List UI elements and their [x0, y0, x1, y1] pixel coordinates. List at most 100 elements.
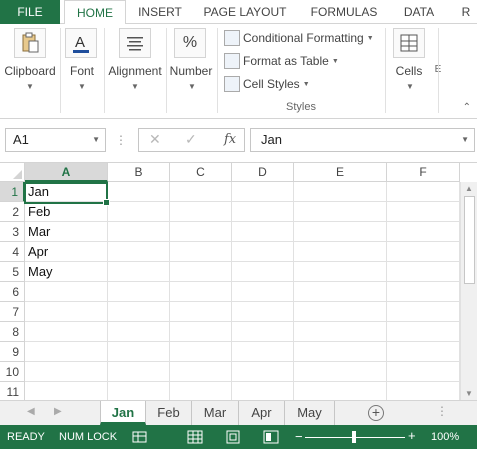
cell-d7[interactable] [232, 302, 294, 322]
cell-a10[interactable] [25, 362, 108, 382]
cell-a6[interactable] [25, 282, 108, 302]
tab-formulas[interactable]: FORMULAS [304, 0, 384, 24]
cell-d5[interactable] [232, 262, 294, 282]
page-layout-view-icon[interactable] [224, 429, 242, 445]
tab-home[interactable]: HOME [64, 0, 126, 25]
cell-c1[interactable] [170, 182, 232, 202]
cell-f7[interactable] [387, 302, 460, 322]
worksheet-grid[interactable]: ABCDEF 1 2 3 4 5 6 7 8 9 10 11 Jan Feb Mar Apr May ▲ ▼ [0, 163, 477, 400]
cell-f3[interactable] [387, 222, 460, 242]
select-all-button[interactable] [0, 163, 25, 182]
cell-f6[interactable] [387, 282, 460, 302]
cell-a7[interactable] [25, 302, 108, 322]
cell-c4[interactable] [170, 242, 232, 262]
tab-overflow[interactable]: R [458, 0, 474, 24]
zoom-level[interactable]: 100% [431, 431, 459, 443]
cell-c10[interactable] [170, 362, 232, 382]
vertical-scrollbar[interactable]: ▲ ▼ [460, 182, 477, 400]
cell-b8[interactable] [108, 322, 170, 342]
cell-c8[interactable] [170, 322, 232, 342]
cell-e8[interactable] [294, 322, 387, 342]
cell-a1[interactable]: Jan [25, 182, 108, 202]
name-box[interactable]: A1 ▼ [5, 128, 106, 152]
cell-d4[interactable] [232, 242, 294, 262]
sheet-tab-apr[interactable]: Apr [239, 401, 285, 425]
cell-d1[interactable] [232, 182, 294, 202]
cell-d10[interactable] [232, 362, 294, 382]
row-header-8[interactable]: 8 [0, 322, 25, 342]
cell-b9[interactable] [108, 342, 170, 362]
cell-d6[interactable] [232, 282, 294, 302]
cell-d8[interactable] [232, 322, 294, 342]
cell-b6[interactable] [108, 282, 170, 302]
cell-d3[interactable] [232, 222, 294, 242]
cell-e2[interactable] [294, 202, 387, 222]
format-as-table-button[interactable]: Format as Table ▼ [224, 51, 339, 71]
cell-c7[interactable] [170, 302, 232, 322]
tab-file[interactable]: FILE [0, 0, 60, 24]
row-header-11[interactable]: 11 [0, 382, 25, 400]
cancel-icon[interactable]: ✕ [149, 131, 161, 148]
cell-d9[interactable] [232, 342, 294, 362]
macro-record-icon[interactable] [131, 429, 149, 445]
cell-a11[interactable] [25, 382, 108, 400]
cell-a8[interactable] [25, 322, 108, 342]
zoom-slider-thumb[interactable] [352, 431, 356, 443]
column-header-b[interactable]: B [108, 163, 170, 182]
row-header-10[interactable]: 10 [0, 362, 25, 382]
cell-a3[interactable]: Mar [25, 222, 108, 242]
cell-e3[interactable] [294, 222, 387, 242]
row-header-4[interactable]: 4 [0, 242, 25, 262]
cell-b10[interactable] [108, 362, 170, 382]
cell-e4[interactable] [294, 242, 387, 262]
tab-page-layout[interactable]: PAGE LAYOUT [198, 0, 292, 24]
row-header-9[interactable]: 9 [0, 342, 25, 362]
cell-f5[interactable] [387, 262, 460, 282]
cell-b5[interactable] [108, 262, 170, 282]
cell-c3[interactable] [170, 222, 232, 242]
cell-b11[interactable] [108, 382, 170, 400]
scroll-down-icon[interactable]: ▼ [465, 389, 473, 398]
conditional-formatting-button[interactable]: Conditional Formatting ▼ [224, 28, 374, 48]
scrollbar-thumb[interactable] [464, 196, 475, 284]
cell-f8[interactable] [387, 322, 460, 342]
sheet-tab-feb[interactable]: Feb [146, 401, 192, 425]
cell-c6[interactable] [170, 282, 232, 302]
cell-b3[interactable] [108, 222, 170, 242]
more-options-icon[interactable]: ⋮ [436, 404, 448, 418]
cells-group[interactable]: Cells ▼ [386, 24, 432, 119]
alignment-group[interactable]: Alignment ▼ [105, 24, 165, 119]
cell-e11[interactable] [294, 382, 387, 400]
cell-e7[interactable] [294, 302, 387, 322]
zoom-out-icon[interactable]: − [295, 429, 303, 444]
cell-b4[interactable] [108, 242, 170, 262]
cell-styles-button[interactable]: Cell Styles ▼ [224, 74, 310, 94]
row-header-5[interactable]: 5 [0, 262, 25, 282]
cell-d11[interactable] [232, 382, 294, 400]
cell-e5[interactable] [294, 262, 387, 282]
cell-d2[interactable] [232, 202, 294, 222]
collapse-ribbon-icon[interactable]: ⌃ [463, 102, 471, 113]
cell-e6[interactable] [294, 282, 387, 302]
sheet-tab-may[interactable]: May [285, 401, 335, 425]
cell-e10[interactable] [294, 362, 387, 382]
row-header-3[interactable]: 3 [0, 222, 25, 242]
cell-c9[interactable] [170, 342, 232, 362]
sheet-next-icon[interactable]: ▶ [54, 406, 62, 417]
sheet-tab-mar[interactable]: Mar [192, 401, 239, 425]
tab-data[interactable]: DATA [396, 0, 442, 24]
insert-function-icon[interactable]: fx [224, 132, 236, 147]
column-header-f[interactable]: F [387, 163, 460, 182]
column-header-e[interactable]: E [294, 163, 387, 182]
formula-input[interactable]: Jan ▼ [250, 128, 475, 152]
number-group[interactable]: % Number ▼ [167, 24, 215, 119]
clipboard-group[interactable]: Clipboard ▼ [0, 24, 60, 119]
column-header-c[interactable]: C [170, 163, 232, 182]
cell-f10[interactable] [387, 362, 460, 382]
cell-f11[interactable] [387, 382, 460, 400]
cell-a2[interactable]: Feb [25, 202, 108, 222]
row-header-7[interactable]: 7 [0, 302, 25, 322]
cell-a4[interactable]: Apr [25, 242, 108, 262]
page-break-preview-icon[interactable] [262, 429, 280, 445]
column-header-d[interactable]: D [232, 163, 294, 182]
